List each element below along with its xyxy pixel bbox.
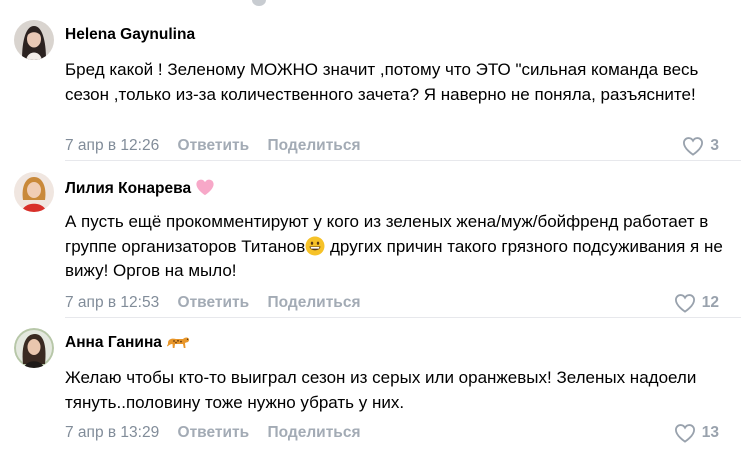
avatar[interactable] xyxy=(14,20,54,60)
comment-divider xyxy=(65,317,741,318)
leopard-icon xyxy=(166,334,190,355)
comment-meta: 7 апр в 12:53 Ответить Поделиться xyxy=(65,294,375,312)
comment-author[interactable]: Helena Gaynulina xyxy=(65,26,195,44)
comment-text: А пусть ещё прокомментируют у кого из зе… xyxy=(65,210,725,284)
grinning-face-icon xyxy=(305,236,325,256)
previous-item-edge xyxy=(252,0,266,6)
avatar[interactable] xyxy=(14,172,54,212)
comment-author[interactable]: Лилия Конарева xyxy=(65,178,215,201)
heart-icon xyxy=(683,137,704,156)
like-button[interactable]: 12 xyxy=(674,293,719,313)
like-button[interactable]: 13 xyxy=(674,423,719,443)
like-count: 12 xyxy=(701,294,719,311)
like-button[interactable]: 3 xyxy=(682,136,719,156)
heart-icon xyxy=(674,294,695,313)
comment-author[interactable]: Анна Ганина xyxy=(65,334,190,355)
comment-text: Бред какой ! Зеленому МОЖНО значит ,пото… xyxy=(65,60,699,104)
like-count: 3 xyxy=(710,137,719,154)
share-button[interactable]: Поделиться xyxy=(267,137,360,154)
comment-meta: 7 апр в 13:29 Ответить Поделиться xyxy=(65,424,375,442)
author-name: Лилия Конарева xyxy=(65,180,192,197)
share-button[interactable]: Поделиться xyxy=(267,424,360,441)
reply-button[interactable]: Ответить xyxy=(178,424,250,441)
comment-date[interactable]: 7 апр в 12:26 xyxy=(65,137,159,154)
share-button[interactable]: Поделиться xyxy=(267,294,360,311)
comment-meta: 7 апр в 12:26 Ответить Поделиться xyxy=(65,137,375,155)
heart-icon xyxy=(674,424,695,443)
comment-text: Желаю чтобы кто-то выиграл сезон из серы… xyxy=(65,368,697,412)
avatar[interactable] xyxy=(14,328,54,368)
pink-heart-icon xyxy=(195,178,215,201)
comment-divider xyxy=(65,160,741,161)
reply-button[interactable]: Ответить xyxy=(178,294,250,311)
comments-feed: Helena Gaynulina Бред какой ! Зеленому М… xyxy=(0,0,741,459)
reply-button[interactable]: Ответить xyxy=(178,137,250,154)
comment-date[interactable]: 7 апр в 12:53 xyxy=(65,294,159,311)
comment-date[interactable]: 7 апр в 13:29 xyxy=(65,424,159,441)
like-count: 13 xyxy=(701,424,719,441)
author-name: Анна Ганина xyxy=(65,334,162,351)
